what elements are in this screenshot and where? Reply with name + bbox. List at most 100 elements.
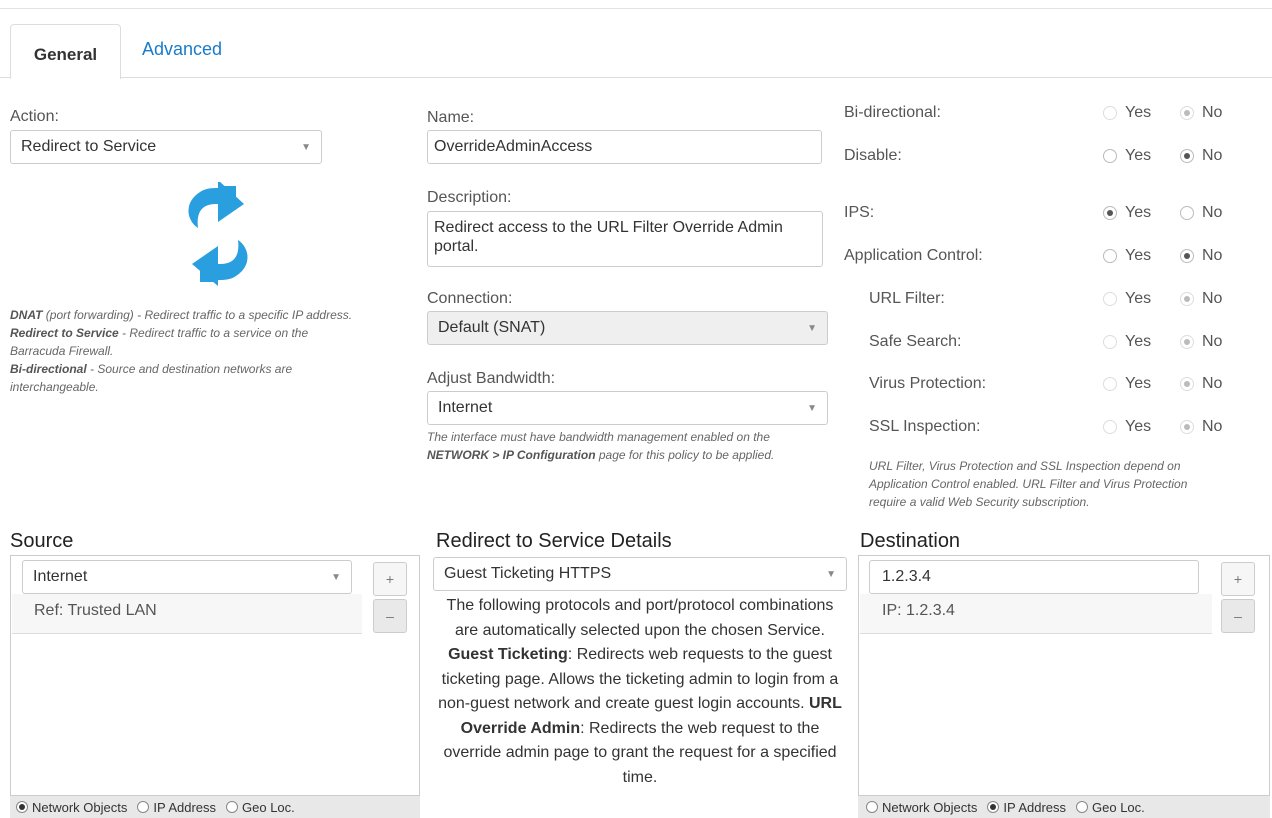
virus-protection-label: Virus Protection:: [869, 375, 987, 392]
chevron-down-icon: ▼: [807, 322, 817, 334]
source-type-geo[interactable]: Geo Loc.: [226, 800, 295, 815]
action-select-value: Redirect to Service: [21, 138, 157, 155]
ips-label: IPS:: [844, 204, 875, 221]
disable-label: Disable:: [844, 147, 902, 164]
source-type-ip[interactable]: IP Address: [137, 800, 216, 815]
safe-search-yes-radio: Yes: [1103, 333, 1151, 351]
ssl-inspection-no-radio: No: [1180, 418, 1222, 436]
bandwidth-help-bold: NETWORK > IP Configuration: [427, 448, 596, 462]
tab-advanced[interactable]: Advanced: [122, 24, 242, 74]
chevron-down-icon: ▼: [331, 571, 341, 583]
bandwidth-help-1: The interface must have bandwidth manage…: [427, 430, 770, 444]
safe-search-yes-label: Yes: [1125, 333, 1152, 350]
ips-no-radio[interactable]: No: [1180, 204, 1222, 222]
ips-yes-radio[interactable]: Yes: [1103, 204, 1151, 222]
radio-icon: [1180, 149, 1194, 163]
help-redirect-title: Redirect to Service: [10, 326, 119, 340]
destination-input[interactable]: 1.2.3.4: [869, 560, 1199, 594]
bi-directional-no-radio: No: [1180, 104, 1222, 122]
action-label: Action:: [10, 108, 59, 125]
bandwidth-label: Adjust Bandwidth:: [427, 370, 556, 387]
ssl-inspection-no-label: No: [1202, 418, 1223, 435]
radio-icon: [987, 801, 1000, 813]
tab-general[interactable]: General: [10, 24, 121, 79]
connection-select-value: Default (SNAT): [438, 319, 546, 336]
disable-yes-radio[interactable]: Yes: [1103, 147, 1151, 165]
action-select[interactable]: Redirect to Service ▼: [10, 130, 322, 164]
options-note: URL Filter, Virus Protection and SSL Ins…: [869, 459, 1188, 509]
tab-bar-divider: [0, 77, 1272, 78]
destination-title: Destination: [860, 530, 961, 552]
virus-protection-yes-radio: Yes: [1103, 375, 1151, 393]
destination-type-network[interactable]: Network Objects: [866, 800, 977, 815]
destination-list-item[interactable]: IP: 1.2.3.4: [860, 594, 1212, 634]
application-control-yes-label: Yes: [1125, 247, 1152, 264]
name-input[interactable]: OverrideAdminAccess: [427, 130, 822, 164]
destination-type-geo-label: Geo Loc.: [1092, 799, 1145, 815]
url-filter-no-label: No: [1202, 290, 1223, 307]
radio-icon: [16, 801, 28, 813]
virus-protection-no-radio: No: [1180, 375, 1222, 393]
source-remove-button[interactable]: –: [373, 599, 407, 633]
radio-icon: [226, 801, 239, 813]
safe-search-no-label: No: [1202, 333, 1223, 350]
redirect-arrows-icon: [178, 180, 258, 286]
disable-no-label: No: [1202, 147, 1223, 164]
radio-icon: [1103, 420, 1117, 434]
connection-label: Connection:: [427, 290, 513, 307]
ips-no-label: No: [1202, 204, 1223, 221]
bandwidth-help: The interface must have bandwidth manage…: [427, 428, 792, 464]
radio-icon: [1103, 335, 1117, 349]
application-control-label: Application Control:: [844, 247, 983, 264]
destination-add-button[interactable]: +: [1221, 562, 1255, 596]
help-bidir-title: Bi-directional: [10, 362, 87, 376]
radio-icon: [1103, 249, 1117, 263]
application-control-yes-radio[interactable]: Yes: [1103, 247, 1151, 265]
destination-remove-button[interactable]: –: [1221, 599, 1255, 633]
disable-no-radio[interactable]: No: [1180, 147, 1222, 165]
ssl-inspection-yes-label: Yes: [1125, 418, 1152, 435]
description-textarea[interactable]: Redirect access to the URL Filter Overri…: [427, 211, 823, 267]
details-service-value: Guest Ticketing HTTPS: [444, 565, 612, 582]
top-divider: [0, 8, 1272, 9]
disable-yes-label: Yes: [1125, 147, 1152, 164]
details-service-select[interactable]: Guest Ticketing HTTPS ▼: [433, 557, 847, 591]
action-help: DNAT (port forwarding) - Redirect traffi…: [10, 306, 360, 396]
radio-icon: [1103, 149, 1117, 163]
bi-directional-yes-label: Yes: [1125, 104, 1152, 121]
radio-icon: [1103, 292, 1117, 306]
source-type-geo-label: Geo Loc.: [242, 799, 295, 815]
source-title: Source: [10, 530, 74, 552]
source-select[interactable]: Internet ▼: [22, 560, 352, 594]
destination-type-ip[interactable]: IP Address: [987, 800, 1066, 815]
destination-type-geo[interactable]: Geo Loc.: [1076, 800, 1145, 815]
radio-icon: [866, 801, 878, 813]
radio-icon: [1180, 106, 1194, 120]
source-type-network[interactable]: Network Objects: [16, 800, 127, 815]
application-control-no-radio[interactable]: No: [1180, 247, 1222, 265]
virus-protection-no-label: No: [1202, 375, 1223, 392]
radio-icon: [1180, 335, 1194, 349]
connection-select[interactable]: Default (SNAT) ▼: [427, 311, 828, 345]
source-type-ip-label: IP Address: [153, 799, 217, 815]
source-add-button[interactable]: +: [373, 562, 407, 596]
source-type-bar: Network Objects IP Address Geo Loc.: [10, 796, 420, 818]
help-dnat-text: (port forwarding) - Redirect traffic to …: [42, 308, 353, 322]
details-bold-1: Guest Ticketing: [448, 646, 568, 663]
destination-type-bar: Network Objects IP Address Geo Loc.: [858, 796, 1270, 818]
bandwidth-select[interactable]: Internet ▼: [427, 391, 828, 425]
radio-icon: [1180, 206, 1194, 220]
radio-icon: [1076, 801, 1089, 813]
destination-panel: 1.2.3.4 + IP: 1.2.3.4 –: [858, 555, 1270, 796]
source-select-value: Internet: [33, 568, 88, 585]
safe-search-label: Safe Search:: [869, 333, 962, 350]
source-type-network-label: Network Objects: [32, 799, 128, 815]
chevron-down-icon: ▼: [826, 568, 836, 580]
source-panel: Internet ▼ + Ref: Trusted LAN –: [10, 555, 420, 796]
help-dnat-title: DNAT: [10, 308, 43, 322]
url-filter-yes-label: Yes: [1125, 290, 1152, 307]
source-list-item[interactable]: Ref: Trusted LAN: [12, 594, 362, 634]
radio-icon: [1180, 292, 1194, 306]
radio-icon: [137, 801, 150, 813]
ssl-inspection-label: SSL Inspection:: [869, 418, 981, 435]
